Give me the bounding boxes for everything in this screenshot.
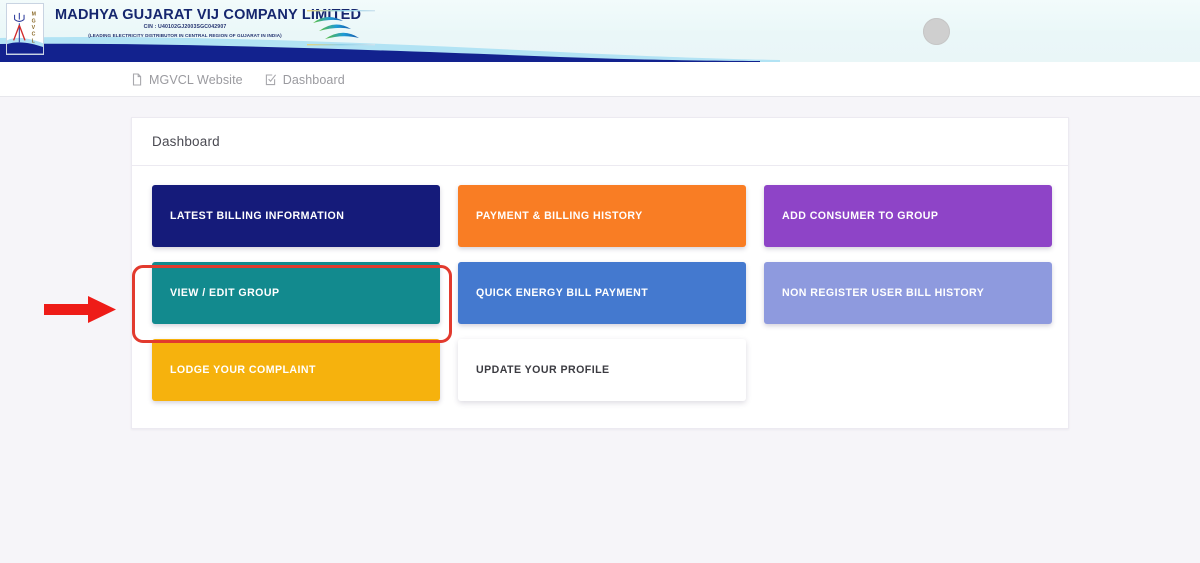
tile-label: UPDATE YOUR PROFILE xyxy=(476,364,610,376)
tile-label: PAYMENT & BILLING HISTORY xyxy=(476,210,643,222)
tile-lodge-your-complaint[interactable]: LODGE YOUR COMPLAINT xyxy=(152,339,440,401)
page-title: Dashboard xyxy=(152,134,220,149)
svg-text:G: G xyxy=(32,18,36,24)
tile-label: ADD CONSUMER TO GROUP xyxy=(782,210,939,222)
mgvcl-logo: M G V C L xyxy=(6,3,44,55)
document-icon xyxy=(131,73,143,86)
tile-latest-billing-information[interactable]: LATEST BILLING INFORMATION xyxy=(152,185,440,247)
dashboard-panel: Dashboard LATEST BILLING INFORMATION PAYM… xyxy=(131,117,1069,429)
red-arrow-annotation-icon xyxy=(44,296,116,323)
tile-label: VIEW / EDIT GROUP xyxy=(170,287,280,299)
site-header: M G V C L MADHYA GUJARAT VIJ COMPANY LIM… xyxy=(0,0,1200,62)
nav-dashboard-label: Dashboard xyxy=(282,72,345,87)
nav-mgvcl-website-label: MGVCL Website xyxy=(149,72,243,87)
checkbox-icon xyxy=(265,73,277,86)
nav-mgvcl-website[interactable]: MGVCL Website xyxy=(131,73,243,87)
panel-title-bar: Dashboard xyxy=(132,118,1068,166)
trident-logo-icon: M G V C L xyxy=(7,4,43,54)
top-navigation-bar: MGVCL Website Dashboard xyxy=(0,62,1200,97)
swoosh-logo-icon xyxy=(307,10,375,46)
tile-quick-energy-bill-payment[interactable]: QUICK ENERGY BILL PAYMENT xyxy=(458,262,746,324)
svg-text:C: C xyxy=(32,32,36,38)
company-tagline: (LEADING ELECTRICITY DISTRIBUTOR IN CENT… xyxy=(88,33,282,38)
tile-label: NON REGISTER USER BILL HISTORY xyxy=(782,287,985,299)
svg-text:M: M xyxy=(32,12,36,18)
tile-add-consumer-to-group[interactable]: ADD CONSUMER TO GROUP xyxy=(764,185,1052,247)
nav-dashboard[interactable]: Dashboard xyxy=(265,73,345,87)
tile-non-register-user-bill-history[interactable]: NON REGISTER USER BILL HISTORY xyxy=(764,262,1052,324)
company-cin: CIN : U40102GJ2003SGC042907 xyxy=(143,24,227,30)
tile-label: LODGE YOUR COMPLAINT xyxy=(170,364,316,376)
tile-update-your-profile[interactable]: UPDATE YOUR PROFILE xyxy=(458,339,746,401)
tile-label: QUICK ENERGY BILL PAYMENT xyxy=(476,287,649,299)
page-body: Dashboard LATEST BILLING INFORMATION PAYM… xyxy=(0,97,1200,563)
tile-view-edit-group[interactable]: VIEW / EDIT GROUP xyxy=(152,262,440,324)
svg-text:V: V xyxy=(32,25,36,31)
dashboard-tile-grid: LATEST BILLING INFORMATION PAYMENT & BILL… xyxy=(132,166,1070,401)
tile-payment-billing-history[interactable]: PAYMENT & BILLING HISTORY xyxy=(458,185,746,247)
nav-items: MGVCL Website Dashboard xyxy=(131,62,345,97)
tile-label: LATEST BILLING INFORMATION xyxy=(170,210,345,222)
user-avatar[interactable] xyxy=(923,18,950,45)
